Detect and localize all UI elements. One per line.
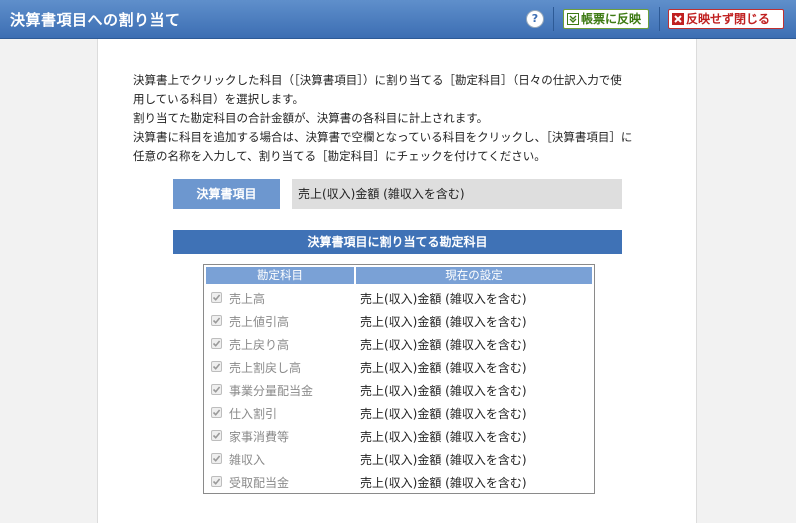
account-name: 仕入割引 — [229, 407, 278, 421]
dialog-content: 決算書上でクリックした科目（［決算書項目］）に割り当てる［勘定科目］（日々の仕訳… — [97, 39, 697, 523]
account-name: 売上戻り高 — [229, 338, 290, 352]
account-checkbox — [211, 315, 222, 326]
current-setting: 売上(収入)金額 (雑収入を含む) — [360, 292, 527, 306]
instructions: 決算書上でクリックした科目（［決算書項目］）に割り当てる［勘定科目］（日々の仕訳… — [133, 71, 673, 166]
column-header-account: 勘定科目 — [206, 267, 354, 284]
instruction-line: 決算書上でクリックした科目（［決算書項目］）に割り当てる［勘定科目］（日々の仕訳… — [133, 73, 622, 87]
instruction-line: 任意の名称を入力して、割り当てる［勘定科目］にチェックを付けてください。 — [133, 149, 546, 163]
close-without-applying-button[interactable]: 反映せず閉じる — [668, 9, 784, 29]
check-double-chevron-icon — [567, 12, 579, 25]
table-row: 事業分量配当金 売上(収入)金額 (雑収入を含む) — [204, 379, 594, 402]
instruction-line: 決算書に科目を追加する場合は、決算書で空欄となっている科目をクリックし、［決算書… — [133, 130, 633, 144]
window-title: 決算書項目への割り当て — [10, 11, 181, 29]
account-name: 家事消費等 — [229, 430, 290, 444]
current-setting: 売上(収入)金額 (雑収入を含む) — [360, 338, 527, 352]
apply-button-label: 帳票に反映 — [581, 12, 642, 26]
section-title: 決算書項目に割り当てる勘定科目 — [173, 230, 622, 254]
account-table: 勘定科目 現在の設定 売上高 売上(収入)金額 (雑収入を含む) 売上値引高 売上(収… — [203, 264, 595, 494]
table-row: 売上割戻し高 売上(収入)金額 (雑収入を含む) — [204, 356, 594, 379]
account-name: 売上値引高 — [229, 315, 290, 329]
instruction-line: 用している科目）を選択します。 — [133, 92, 305, 106]
table-header: 勘定科目 現在の設定 — [206, 267, 592, 284]
checkmark-icon — [212, 478, 221, 485]
account-checkbox — [211, 384, 222, 395]
checkmark-icon — [212, 409, 221, 416]
checkmark-icon — [212, 363, 221, 370]
account-checkbox — [211, 407, 222, 418]
apply-to-form-button[interactable]: 帳票に反映 — [563, 9, 649, 29]
close-button-label: 反映せず閉じる — [686, 12, 771, 26]
title-bar: 決算書項目への割り当て ? 帳票に反映 反映せず閉じる — [0, 0, 796, 39]
account-checkbox — [211, 453, 222, 464]
checkmark-icon — [212, 432, 221, 439]
statement-item-label: 決算書項目 — [173, 179, 280, 209]
checkmark-icon — [212, 317, 221, 324]
table-row: 売上高 売上(収入)金額 (雑収入を含む) — [204, 287, 594, 310]
help-icon[interactable]: ? — [526, 10, 544, 28]
table-row: 雑収入 売上(収入)金額 (雑収入を含む) — [204, 448, 594, 471]
column-header-current-setting: 現在の設定 — [356, 267, 592, 284]
account-checkbox — [211, 338, 222, 349]
table-body: 売上高 売上(収入)金額 (雑収入を含む) 売上値引高 売上(収入)金額 (雑収入を含… — [204, 287, 594, 494]
account-name: 事業分量配当金 — [229, 384, 314, 398]
current-setting: 売上(収入)金額 (雑収入を含む) — [360, 384, 527, 398]
current-setting: 売上(収入)金額 (雑収入を含む) — [360, 315, 527, 329]
account-checkbox — [211, 292, 222, 303]
account-name: 雑収入 — [229, 453, 266, 467]
table-row: 受取配当金 売上(収入)金額 (雑収入を含む) — [204, 471, 594, 494]
current-setting: 売上(収入)金額 (雑収入を含む) — [360, 453, 527, 467]
statement-item-value: 売上(収入)金額 (雑収入を含む) — [292, 179, 622, 209]
checkmark-icon — [212, 386, 221, 393]
current-setting: 売上(収入)金額 (雑収入を含む) — [360, 476, 527, 490]
account-checkbox — [211, 430, 222, 441]
table-row: 売上戻り高 売上(収入)金額 (雑収入を含む) — [204, 333, 594, 356]
account-checkbox — [211, 476, 222, 487]
account-name: 売上高 — [229, 292, 266, 306]
current-setting: 売上(収入)金額 (雑収入を含む) — [360, 361, 527, 375]
current-setting: 売上(収入)金額 (雑収入を含む) — [360, 430, 527, 444]
toolbar-divider — [659, 7, 660, 31]
toolbar-divider — [553, 7, 554, 31]
checkmark-icon — [212, 455, 221, 462]
close-icon — [672, 12, 684, 25]
table-row: 家事消費等 売上(収入)金額 (雑収入を含む) — [204, 425, 594, 448]
checkmark-icon — [212, 340, 221, 347]
account-name: 受取配当金 — [229, 476, 290, 490]
account-checkbox — [211, 361, 222, 372]
table-row: 売上値引高 売上(収入)金額 (雑収入を含む) — [204, 310, 594, 333]
instruction-line: 割り当てた勘定科目の合計金額が、決算書の各科目に計上されます。 — [133, 111, 489, 125]
checkmark-icon — [212, 294, 221, 301]
account-name: 売上割戻し高 — [229, 361, 302, 375]
current-setting: 売上(収入)金額 (雑収入を含む) — [360, 407, 527, 421]
table-row: 仕入割引 売上(収入)金額 (雑収入を含む) — [204, 402, 594, 425]
